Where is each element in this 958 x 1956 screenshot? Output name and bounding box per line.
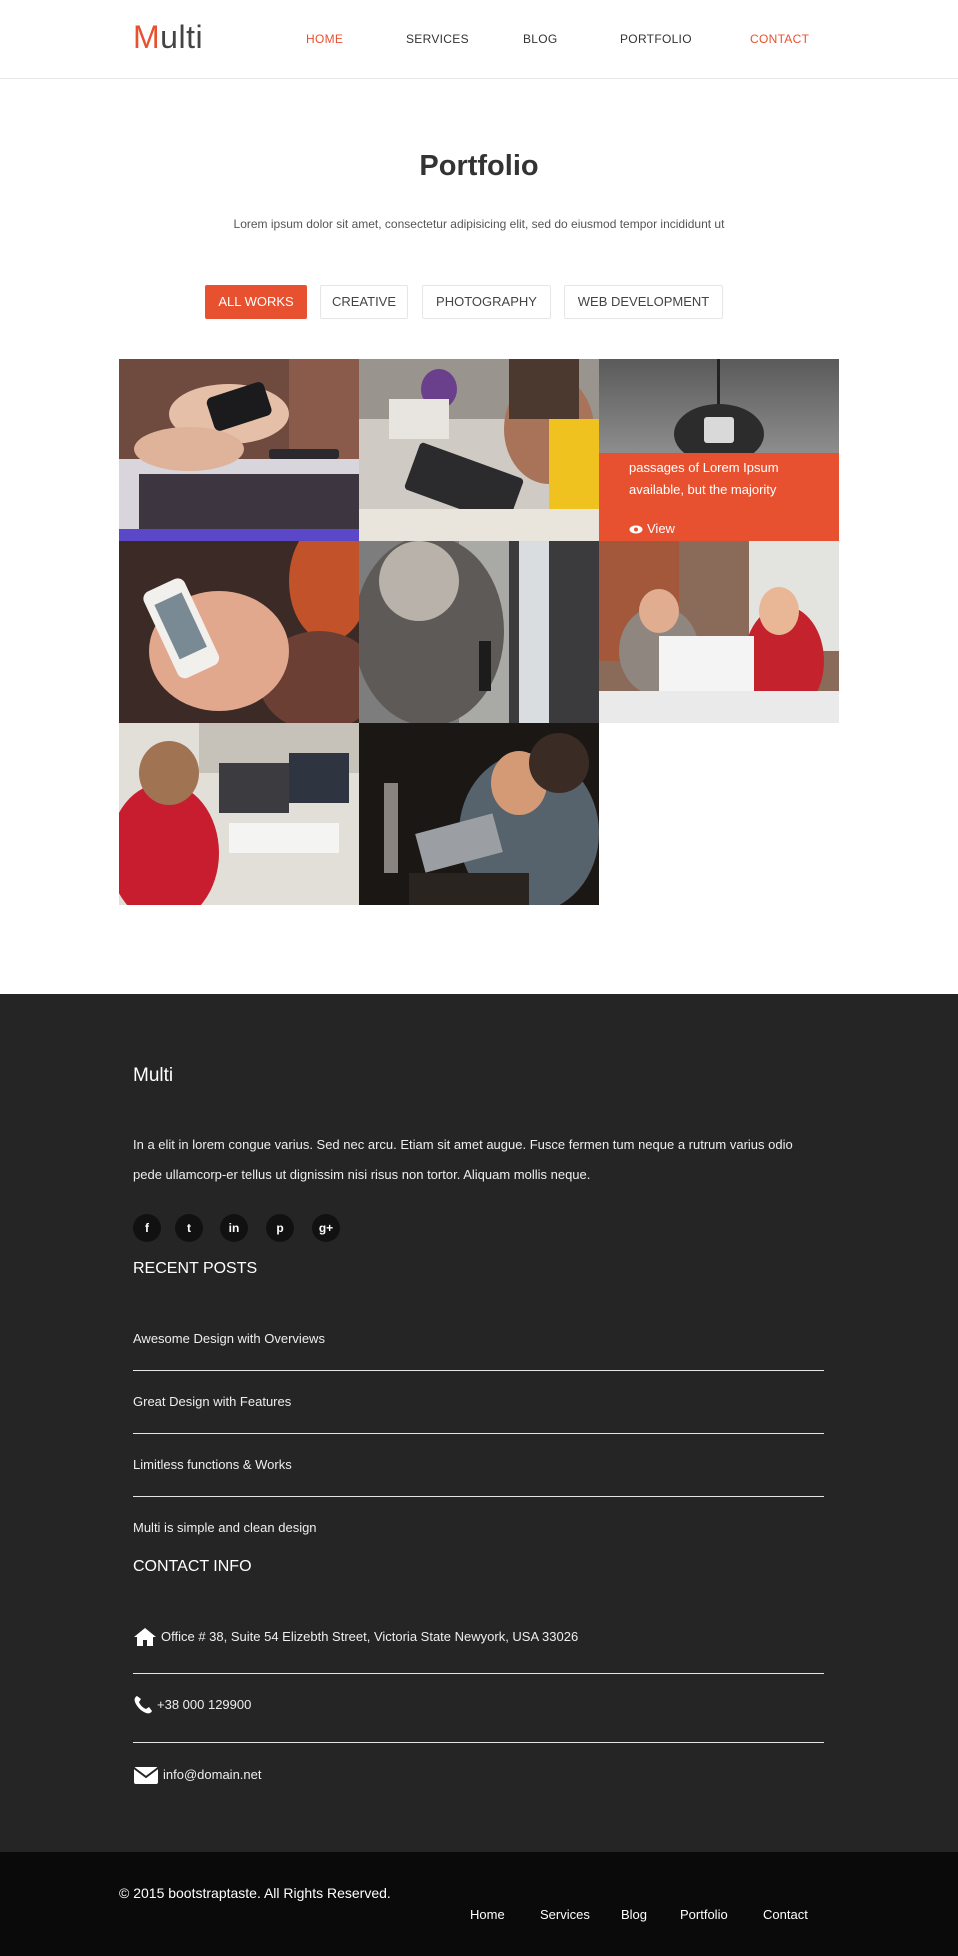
linkedin-icon[interactable]: in (220, 1214, 248, 1242)
portfolio-photo (119, 541, 359, 723)
footer-brand: Multi (133, 1065, 174, 1086)
contact-phone: +38 000 129900 (133, 1695, 251, 1715)
twitter-icon[interactable]: t (175, 1214, 203, 1242)
eye-icon (629, 525, 643, 533)
copyright: © 2015 bootstraptaste. All Rights Reserv… (119, 1885, 391, 1901)
contact-email-text: info@domain.net (163, 1767, 262, 1782)
footer-link-contact[interactable]: Contact (763, 1907, 808, 1923)
facebook-icon[interactable]: f (133, 1214, 161, 1242)
footer-link-blog[interactable]: Blog (621, 1907, 647, 1923)
portfolio-item[interactable] (119, 359, 359, 541)
recent-post-link[interactable]: Awesome Design with Overviews (133, 1330, 325, 1348)
divider (133, 1673, 824, 1674)
nav-services[interactable]: SERVICES (406, 31, 469, 47)
footer-link-home[interactable]: Home (470, 1907, 505, 1923)
recent-posts-heading: RECENT POSTS (133, 1260, 258, 1277)
portfolio-item[interactable] (359, 723, 599, 905)
contact-phone-text: +38 000 129900 (157, 1697, 252, 1712)
logo-rest: ulti (160, 19, 204, 55)
contact-email: info@domain.net (133, 1765, 261, 1785)
portfolio-item-hovered[interactable] (599, 359, 839, 541)
divider (133, 1742, 824, 1743)
portfolio-item[interactable] (119, 723, 359, 905)
overlay-caption: passages of Lorem Ipsum available, but t… (629, 460, 779, 497)
overlay-view-label: View (647, 521, 675, 536)
portfolio-photo (119, 359, 359, 541)
filter-all-works[interactable]: ALL WORKS (205, 285, 307, 319)
filter-web-development[interactable]: WEB DEVELOPMENT (564, 285, 723, 319)
nav-home[interactable]: HOME (306, 31, 343, 47)
bottom-bar (0, 1852, 958, 1956)
page-subtitle: Lorem ipsum dolor sit amet, consectetur … (233, 217, 725, 231)
nav-contact[interactable]: CONTACT (750, 31, 809, 47)
filter-creative[interactable]: CREATIVE (320, 285, 408, 319)
site-header: Multi HOME SERVICES BLOG PORTFOLIO CONTA… (0, 0, 958, 79)
logo-initial: M (133, 19, 161, 55)
portfolio-photo (359, 541, 599, 723)
recent-post-link[interactable]: Limitless functions & Works (133, 1456, 292, 1474)
logo[interactable]: Multi (133, 17, 203, 57)
home-icon (134, 1628, 156, 1646)
portfolio-photo (599, 541, 839, 723)
portfolio-grid (119, 359, 839, 905)
filter-photography[interactable]: PHOTOGRAPHY (422, 285, 551, 319)
google-plus-icon[interactable]: g+ (312, 1214, 340, 1242)
portfolio-item[interactable] (119, 541, 359, 723)
portfolio-item[interactable] (359, 359, 599, 541)
footer-link-services[interactable]: Services (540, 1907, 590, 1923)
divider (133, 1496, 824, 1497)
page-title: Portfolio (419, 150, 539, 182)
portfolio-photo (119, 723, 359, 905)
envelope-icon (133, 1767, 159, 1784)
footer-link-portfolio[interactable]: Portfolio (680, 1907, 728, 1923)
nav-portfolio[interactable]: PORTFOLIO (620, 31, 692, 47)
recent-post-link[interactable]: Multi is simple and clean design (133, 1519, 317, 1537)
divider (133, 1370, 824, 1371)
nav-blog[interactable]: BLOG (523, 31, 558, 47)
phone-icon (134, 1696, 152, 1714)
site-footer (0, 994, 958, 1852)
footer-about-text: In a elit in lorem congue varius. Sed ne… (133, 1137, 793, 1182)
contact-info-heading: CONTACT INFO (133, 1558, 252, 1575)
overlay-view-link[interactable]: View (629, 521, 675, 537)
portfolio-item[interactable] (599, 541, 839, 723)
recent-post-link[interactable]: Great Design with Features (133, 1393, 291, 1411)
divider (133, 1433, 824, 1434)
portfolio-photo (359, 723, 599, 905)
contact-address: Office # 38, Suite 54 Elizebth Street, V… (133, 1627, 578, 1647)
portfolio-item[interactable] (359, 541, 599, 723)
contact-address-text: Office # 38, Suite 54 Elizebth Street, V… (161, 1629, 579, 1644)
portfolio-photo (359, 359, 599, 541)
pinterest-icon[interactable]: p (266, 1214, 294, 1242)
